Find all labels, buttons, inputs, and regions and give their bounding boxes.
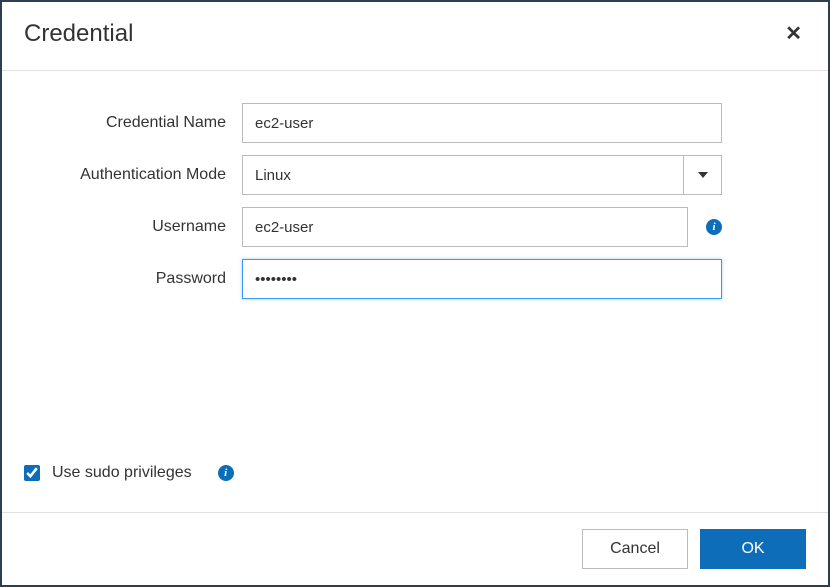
row-auth-mode: Authentication Mode Linux xyxy=(22,155,768,195)
dialog-header: Credential ✕ xyxy=(2,2,828,71)
password-input[interactable] xyxy=(242,259,722,299)
username-input[interactable] xyxy=(242,207,688,247)
label-credential-name: Credential Name xyxy=(22,114,242,132)
auth-mode-value: Linux xyxy=(243,156,683,194)
info-icon[interactable]: i xyxy=(218,465,234,481)
wrap-username: i xyxy=(242,207,722,247)
dialog-footer: Cancel OK xyxy=(2,512,828,585)
credential-name-input[interactable] xyxy=(242,103,722,143)
cancel-button[interactable]: Cancel xyxy=(582,529,688,569)
chevron-down-icon[interactable] xyxy=(683,156,721,194)
credential-dialog: Credential ✕ Credential Name Authenticat… xyxy=(0,0,830,587)
label-password: Password xyxy=(22,270,242,288)
auth-mode-select[interactable]: Linux xyxy=(242,155,722,195)
sudo-label: Use sudo privileges xyxy=(52,464,192,482)
sudo-checkbox[interactable] xyxy=(24,465,40,481)
row-username: Username i xyxy=(22,207,768,247)
label-auth-mode: Authentication Mode xyxy=(22,166,242,184)
close-icon[interactable]: ✕ xyxy=(781,24,806,44)
ok-button[interactable]: OK xyxy=(700,529,806,569)
wrap-password xyxy=(242,259,722,299)
wrap-credential-name xyxy=(242,103,722,143)
dialog-title: Credential xyxy=(24,20,133,48)
label-username: Username xyxy=(22,218,242,236)
info-icon[interactable]: i xyxy=(706,219,722,235)
wrap-auth-mode: Linux xyxy=(242,155,722,195)
row-credential-name: Credential Name xyxy=(22,103,768,143)
row-password: Password xyxy=(22,259,768,299)
dialog-body: Credential Name Authentication Mode Linu… xyxy=(2,71,828,512)
sudo-row: Use sudo privileges i xyxy=(24,464,234,482)
